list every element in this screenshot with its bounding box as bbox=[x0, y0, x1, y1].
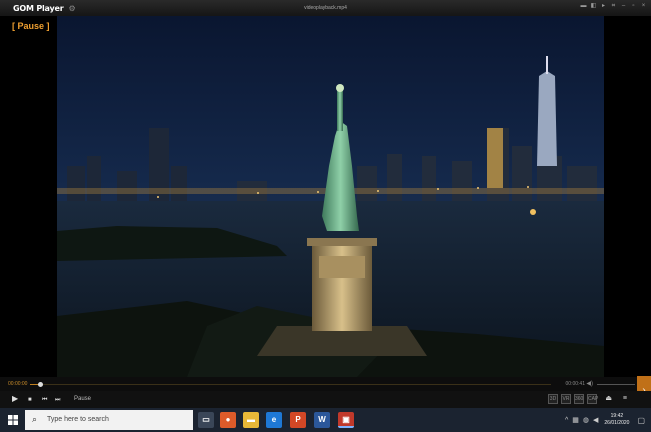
taskbar-clock[interactable]: 19:42 26/01/2020 bbox=[604, 413, 629, 427]
speaker-icon[interactable]: ◀ bbox=[593, 416, 598, 424]
taskbar-app-powerpoint-icon[interactable]: P bbox=[290, 412, 306, 428]
menu-icon[interactable]: ≡ bbox=[623, 395, 627, 403]
windows-taskbar: ⌕ Type here to search ▭ ● ▬ e P W ▣ ^ ▦ ◍ ◀ 19… bbox=[0, 408, 651, 432]
seek-track[interactable] bbox=[30, 382, 551, 387]
minimize-icon[interactable]: – bbox=[620, 3, 627, 10]
volume-icon[interactable]: ◀) bbox=[586, 380, 593, 387]
close-icon[interactable]: × bbox=[640, 3, 647, 10]
taskbar-app-task-view-icon[interactable]: ▭ bbox=[198, 412, 214, 428]
video-frame bbox=[57, 16, 604, 377]
layout-icon[interactable]: ▬ bbox=[580, 3, 587, 10]
taskbar-app-file-explorer-icon[interactable]: ▬ bbox=[243, 412, 259, 428]
vr-button[interactable]: VR bbox=[561, 394, 571, 404]
maximize-icon[interactable]: ▫ bbox=[630, 3, 637, 10]
clock-time: 19:42 bbox=[610, 413, 624, 419]
notification-center-icon[interactable]: ▢ bbox=[637, 416, 645, 425]
clock-date: 26/01/2020 bbox=[604, 420, 630, 426]
windows-start-icon[interactable] bbox=[8, 415, 18, 425]
seek-bar[interactable]: 00:00:00 00:00:41 ◀) bbox=[0, 377, 651, 391]
search-icon: ⌕ bbox=[32, 414, 38, 424]
seek-handle[interactable] bbox=[38, 382, 44, 387]
play-button[interactable]: ▶ bbox=[12, 395, 18, 403]
search-placeholder: Type here to search bbox=[47, 416, 109, 423]
taskbar-app-edge-icon[interactable]: e bbox=[266, 412, 282, 428]
3d-button[interactable]: 3D bbox=[548, 394, 558, 404]
stop-button[interactable]: ■ bbox=[28, 396, 32, 404]
window-title: videoplayback.mp4 bbox=[304, 5, 347, 11]
taskbar-app-chrome-icon[interactable]: ● bbox=[220, 412, 236, 428]
volume-slider[interactable] bbox=[597, 384, 635, 385]
taskbar-app-word-icon[interactable]: W bbox=[314, 412, 330, 428]
title-bar[interactable]: GOM Player ⚙ videoplayback.mp4 ▬ ◧ ▸ ⌗ –… bbox=[0, 0, 651, 16]
pin-icon[interactable]: ⌗ bbox=[610, 3, 617, 10]
next-button[interactable]: ⏭ bbox=[55, 396, 60, 404]
play-small-icon[interactable]: ▸ bbox=[600, 3, 607, 10]
wifi-icon[interactable]: ◍ bbox=[583, 416, 589, 424]
eject-icon[interactable]: ⏏ bbox=[605, 395, 612, 403]
playback-status-text: Pause bbox=[74, 396, 92, 402]
gom-player-window: GOM Player ⚙ videoplayback.mp4 ▬ ◧ ▸ ⌗ –… bbox=[0, 0, 651, 432]
capture-button[interactable]: CAP bbox=[587, 394, 598, 404]
playback-controls: ▶ ■ ⏮ ⏭ Pause 3D VR 360 CAP ⏏ ≡ bbox=[0, 391, 651, 408]
chevron-up-icon[interactable]: ^ bbox=[565, 417, 568, 424]
system-tray: ^ ▦ ◍ ◀ 19:42 26/01/2020 ▢ bbox=[565, 408, 651, 432]
video-viewport[interactable]: [ Pause ] bbox=[0, 16, 651, 377]
elapsed-time: 00:00:00 bbox=[8, 381, 28, 387]
pause-status-overlay: [ Pause ] bbox=[12, 21, 50, 31]
360-button[interactable]: 360 bbox=[574, 394, 584, 404]
total-time: 00:00:41 bbox=[565, 381, 585, 387]
taskbar-search-box[interactable]: ⌕ Type here to search bbox=[25, 410, 193, 430]
previous-button[interactable]: ⏮ bbox=[42, 396, 47, 404]
window-controls: ▬ ◧ ▸ ⌗ – ▫ × bbox=[580, 3, 647, 10]
network-icon[interactable]: ▦ bbox=[572, 416, 579, 424]
playlist-icon[interactable]: ◧ bbox=[590, 3, 597, 10]
taskbar-app-gom-player-icon[interactable]: ▣ bbox=[338, 412, 354, 428]
